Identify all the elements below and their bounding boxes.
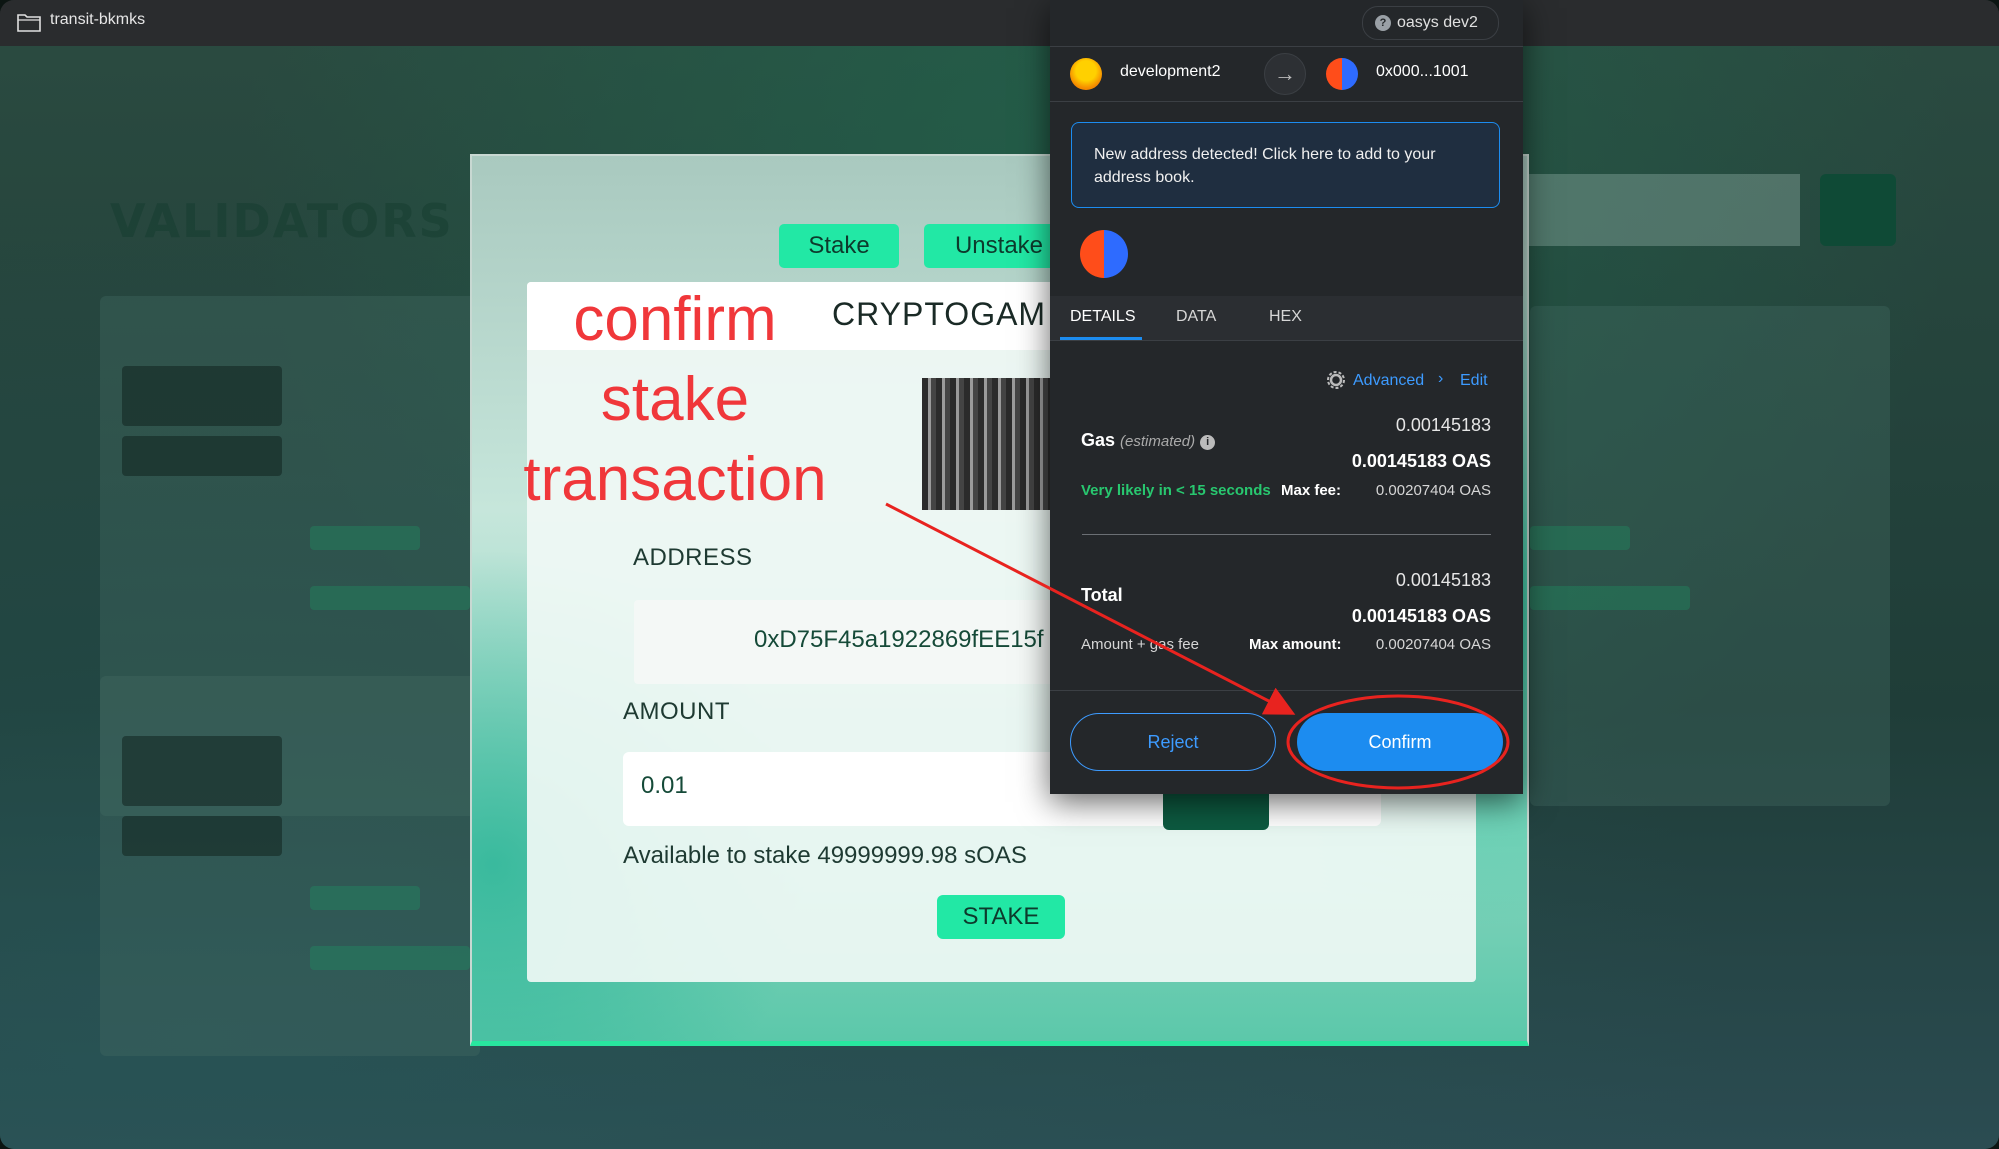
footer-divider <box>1050 690 1523 691</box>
gas-value-oas: 0.00145183 OAS <box>1351 451 1491 471</box>
network-name: oasys dev2 <box>1397 14 1478 31</box>
chevron-right-icon: › <box>1438 370 1444 387</box>
divider <box>1082 534 1491 535</box>
account-row: development2 → 0x000...1001 <box>1050 46 1523 102</box>
annotation-line: stake <box>600 365 750 434</box>
annotation-text: confirm stake transaction <box>505 280 845 520</box>
amount-label: AMOUNT <box>623 698 730 725</box>
edit-link[interactable]: Edit <box>1460 372 1488 390</box>
tab-hex[interactable]: HEX <box>1269 308 1302 326</box>
gas-value: 0.00145183 <box>1395 415 1491 435</box>
annotation-line: confirm <box>573 285 777 354</box>
browser-window: transit-bkmks VALIDATORS Stake Unstake C… <box>0 0 1999 1149</box>
validator-image <box>922 378 1062 510</box>
background-badge <box>310 586 470 610</box>
total-value-oas: 0.00145183 OAS <box>1351 606 1491 626</box>
total-label: Total <box>1081 585 1123 605</box>
active-tab-indicator <box>1060 337 1142 340</box>
background-card <box>100 676 480 1056</box>
annotation-line: transaction <box>523 445 827 514</box>
gas-label: Gas <box>1081 430 1116 450</box>
details-tabs: DETAILS DATA HEX <box>1050 296 1523 341</box>
background-badge <box>310 526 420 550</box>
to-account-avatar <box>1326 58 1358 90</box>
background-thumb <box>122 366 282 426</box>
available-to-stake: Available to stake 49999999.98 sOAS <box>623 842 1027 869</box>
background-badge <box>310 946 470 970</box>
background-thumb <box>122 816 282 856</box>
tab-data[interactable]: DATA <box>1176 308 1216 326</box>
gas-estimated-label: (estimated) <box>1120 433 1196 450</box>
background-badge <box>1530 526 1630 550</box>
advanced-link[interactable]: Advanced <box>1353 372 1424 390</box>
max-fee-label: Max fee: <box>1281 482 1342 499</box>
to-account-address[interactable]: 0x000...1001 <box>1376 63 1469 81</box>
gas-label-group: Gas (estimated) i <box>1081 430 1216 451</box>
info-icon[interactable]: i <box>1200 435 1216 450</box>
validator-name: CRYPTOGAM <box>832 296 1047 332</box>
max-button[interactable] <box>1163 794 1269 830</box>
background-heading: VALIDATORS <box>110 194 454 248</box>
address-value: 0xD75F45a1922869fEE15f <box>754 626 1044 653</box>
gear-icon <box>1327 371 1345 389</box>
amount-gas-fee-label: Amount + gas fee <box>1081 636 1199 653</box>
network-selector[interactable]: ? oasys dev2 <box>1362 6 1499 40</box>
tab-details[interactable]: DETAILS <box>1070 308 1136 326</box>
background-thumb <box>122 436 282 476</box>
background-thumb <box>122 736 282 806</box>
total-value: 0.00145183 <box>1395 570 1491 590</box>
stake-tab-button[interactable]: Stake <box>779 224 899 268</box>
title-bar: transit-bkmks <box>0 0 1999 47</box>
background-search-bar <box>1500 174 1800 246</box>
gas-speed: Very likely in < 15 seconds <box>1081 482 1271 499</box>
background-card <box>1530 306 1890 806</box>
from-account-name: development2 <box>1120 63 1221 80</box>
amount-input[interactable] <box>641 772 941 800</box>
address-label: ADDRESS <box>633 544 753 571</box>
contract-avatar <box>1080 230 1128 278</box>
arrow-right-icon: → <box>1264 53 1306 95</box>
background-badge <box>310 886 420 910</box>
reject-button[interactable]: Reject <box>1070 713 1276 771</box>
max-amount-value: 0.00207404 OAS <box>1375 636 1491 653</box>
metamask-popup: ? oasys dev2 development2 → 0x000...1001… <box>1050 0 1523 794</box>
background-badge <box>1530 586 1690 610</box>
confirm-button[interactable]: Confirm <box>1297 713 1503 771</box>
window-title: transit-bkmks <box>50 11 146 28</box>
from-account-avatar <box>1070 58 1102 90</box>
folder-icon <box>17 14 41 32</box>
help-icon: ? <box>1375 15 1391 31</box>
max-fee-value: 0.00207404 OAS <box>1375 482 1491 499</box>
new-address-notice[interactable]: New address detected! Click here to add … <box>1071 122 1500 208</box>
stake-submit-button[interactable]: STAKE <box>937 895 1065 939</box>
background-button <box>1820 174 1896 246</box>
max-amount-label: Max amount: <box>1249 636 1342 653</box>
